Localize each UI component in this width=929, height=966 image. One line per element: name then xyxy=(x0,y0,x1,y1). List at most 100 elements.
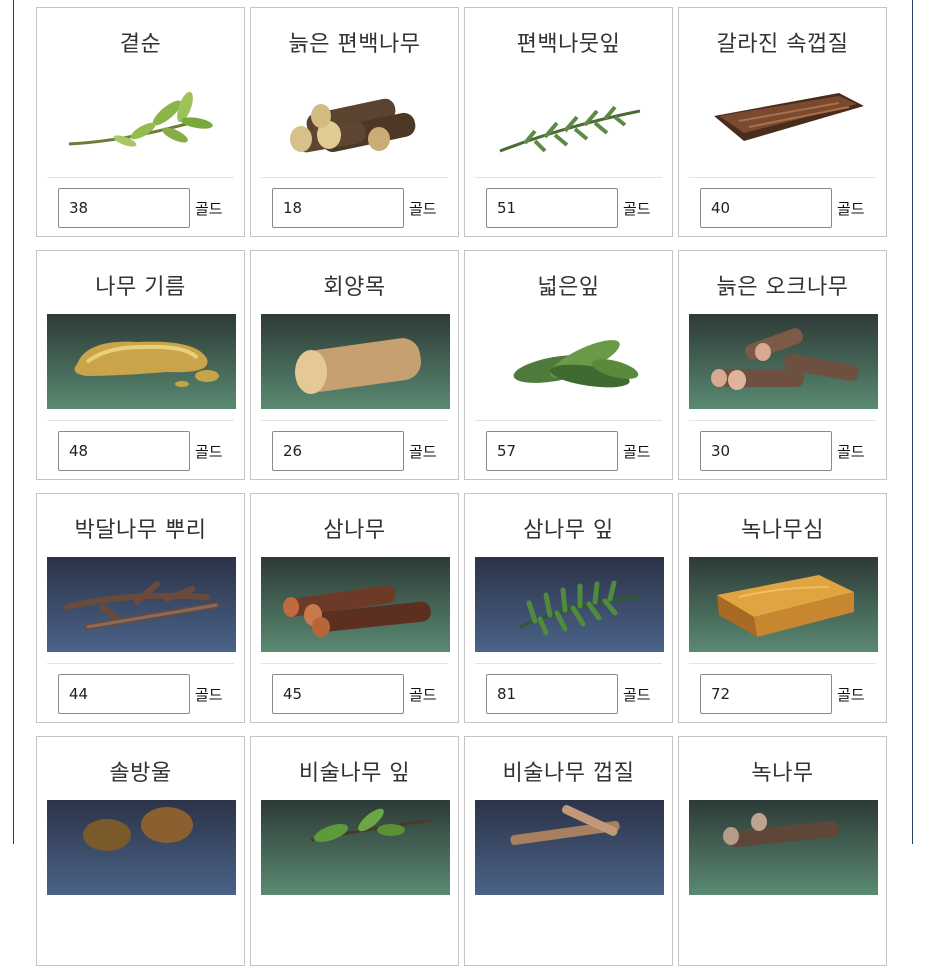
cypress-leaf-icon xyxy=(499,105,641,153)
price-input[interactable] xyxy=(272,431,404,471)
item-image xyxy=(689,800,878,895)
item-image xyxy=(47,71,236,166)
item-card: 갈라진 속껍질 골드 xyxy=(678,7,887,237)
item-card: 넓은잎 골드 xyxy=(464,250,673,480)
item-card: 삼나무 잎 골드 xyxy=(464,493,673,723)
currency-label: 골드 xyxy=(195,200,223,218)
item-image xyxy=(475,71,664,166)
item-image xyxy=(261,557,450,652)
item-name: 삼나무 xyxy=(323,518,386,543)
single-log-icon xyxy=(261,314,450,409)
item-name: 넓은잎 xyxy=(537,275,600,300)
currency-label: 골드 xyxy=(623,443,651,461)
elm-bark-icon xyxy=(475,800,664,895)
oil-puddle-icon xyxy=(47,314,236,409)
card-divider xyxy=(689,663,876,664)
item-image xyxy=(475,800,664,895)
card-divider xyxy=(261,177,448,178)
item-name: 녹나무 xyxy=(751,761,814,786)
cedar-logs-icon xyxy=(261,557,450,652)
item-card: 삼나무 골드 xyxy=(250,493,459,723)
item-card: 솔방울 xyxy=(36,736,245,966)
price-input[interactable] xyxy=(272,188,404,228)
item-image xyxy=(261,800,450,895)
item-name: 갈라진 속껍질 xyxy=(716,32,849,57)
item-image xyxy=(689,314,878,409)
item-image xyxy=(261,71,450,166)
item-name: 삼나무 잎 xyxy=(523,518,614,543)
item-card: 늙은 편백나무 골드 xyxy=(250,7,459,237)
card-divider xyxy=(47,177,234,178)
item-image xyxy=(47,314,236,409)
item-image xyxy=(689,557,878,652)
sprig-icon xyxy=(68,91,213,147)
card-divider xyxy=(261,663,448,664)
item-image xyxy=(475,314,664,409)
price-input[interactable] xyxy=(700,188,832,228)
currency-label: 골드 xyxy=(623,686,651,704)
item-name: 곁순 xyxy=(119,32,162,57)
price-input[interactable] xyxy=(58,431,190,471)
elm-leaf-icon xyxy=(261,800,450,895)
item-card: 박달나무 뿌리 골드 xyxy=(36,493,245,723)
currency-label: 골드 xyxy=(409,686,437,704)
price-input[interactable] xyxy=(58,674,190,714)
price-input[interactable] xyxy=(700,431,832,471)
item-card: 늙은 오크나무 골드 xyxy=(678,250,887,480)
item-card: 회양목 골드 xyxy=(250,250,459,480)
item-name: 나무 기름 xyxy=(95,275,186,300)
price-input[interactable] xyxy=(700,674,832,714)
item-image xyxy=(261,314,450,409)
item-card: 편백나뭇잎 골드 xyxy=(464,7,673,237)
currency-label: 골드 xyxy=(409,200,437,218)
currency-label: 골드 xyxy=(195,686,223,704)
price-input[interactable] xyxy=(58,188,190,228)
price-input[interactable] xyxy=(486,188,618,228)
item-name: 편백나뭇잎 xyxy=(516,32,621,57)
currency-label: 골드 xyxy=(837,686,865,704)
wood-block-icon xyxy=(689,557,878,652)
currency-label: 골드 xyxy=(837,443,865,461)
price-input[interactable] xyxy=(486,431,618,471)
item-name: 비술나무 잎 xyxy=(298,761,411,786)
card-divider xyxy=(47,663,234,664)
item-name: 비술나무 껍질 xyxy=(502,761,635,786)
card-divider xyxy=(475,663,662,664)
item-card: 비술나무 껍질 xyxy=(464,736,673,966)
root-icon xyxy=(47,557,236,652)
page-frame-right xyxy=(912,0,913,844)
card-divider xyxy=(475,177,662,178)
camphor-logs-icon xyxy=(689,800,878,895)
card-divider xyxy=(475,420,662,421)
item-image xyxy=(47,800,236,895)
price-input[interactable] xyxy=(486,674,618,714)
bark-icon xyxy=(714,93,864,141)
card-divider xyxy=(47,420,234,421)
card-divider xyxy=(689,177,876,178)
item-card: 나무 기름 골드 xyxy=(36,250,245,480)
card-divider xyxy=(689,420,876,421)
page-frame-left xyxy=(13,0,14,844)
pinecone-icon xyxy=(47,800,236,895)
item-card: 녹나무 xyxy=(678,736,887,966)
item-image xyxy=(47,557,236,652)
item-card: 곁순 골드 xyxy=(36,7,245,237)
broad-leaf-icon xyxy=(513,340,639,388)
item-image xyxy=(475,557,664,652)
currency-label: 골드 xyxy=(623,200,651,218)
item-name: 솔방울 xyxy=(109,761,172,786)
item-name: 박달나무 뿌리 xyxy=(74,518,207,543)
currency-label: 골드 xyxy=(195,443,223,461)
card-divider xyxy=(261,420,448,421)
currency-label: 골드 xyxy=(409,443,437,461)
log-pile-icon xyxy=(290,98,416,153)
cedar-leaf-icon xyxy=(475,557,664,652)
item-card: 녹나무심 골드 xyxy=(678,493,887,723)
item-name: 회양목 xyxy=(323,275,386,300)
oak-logs-icon xyxy=(689,314,878,409)
currency-label: 골드 xyxy=(837,200,865,218)
item-card: 비술나무 잎 xyxy=(250,736,459,966)
price-input[interactable] xyxy=(272,674,404,714)
item-image xyxy=(689,71,878,166)
item-name: 늙은 편백나무 xyxy=(288,32,421,57)
